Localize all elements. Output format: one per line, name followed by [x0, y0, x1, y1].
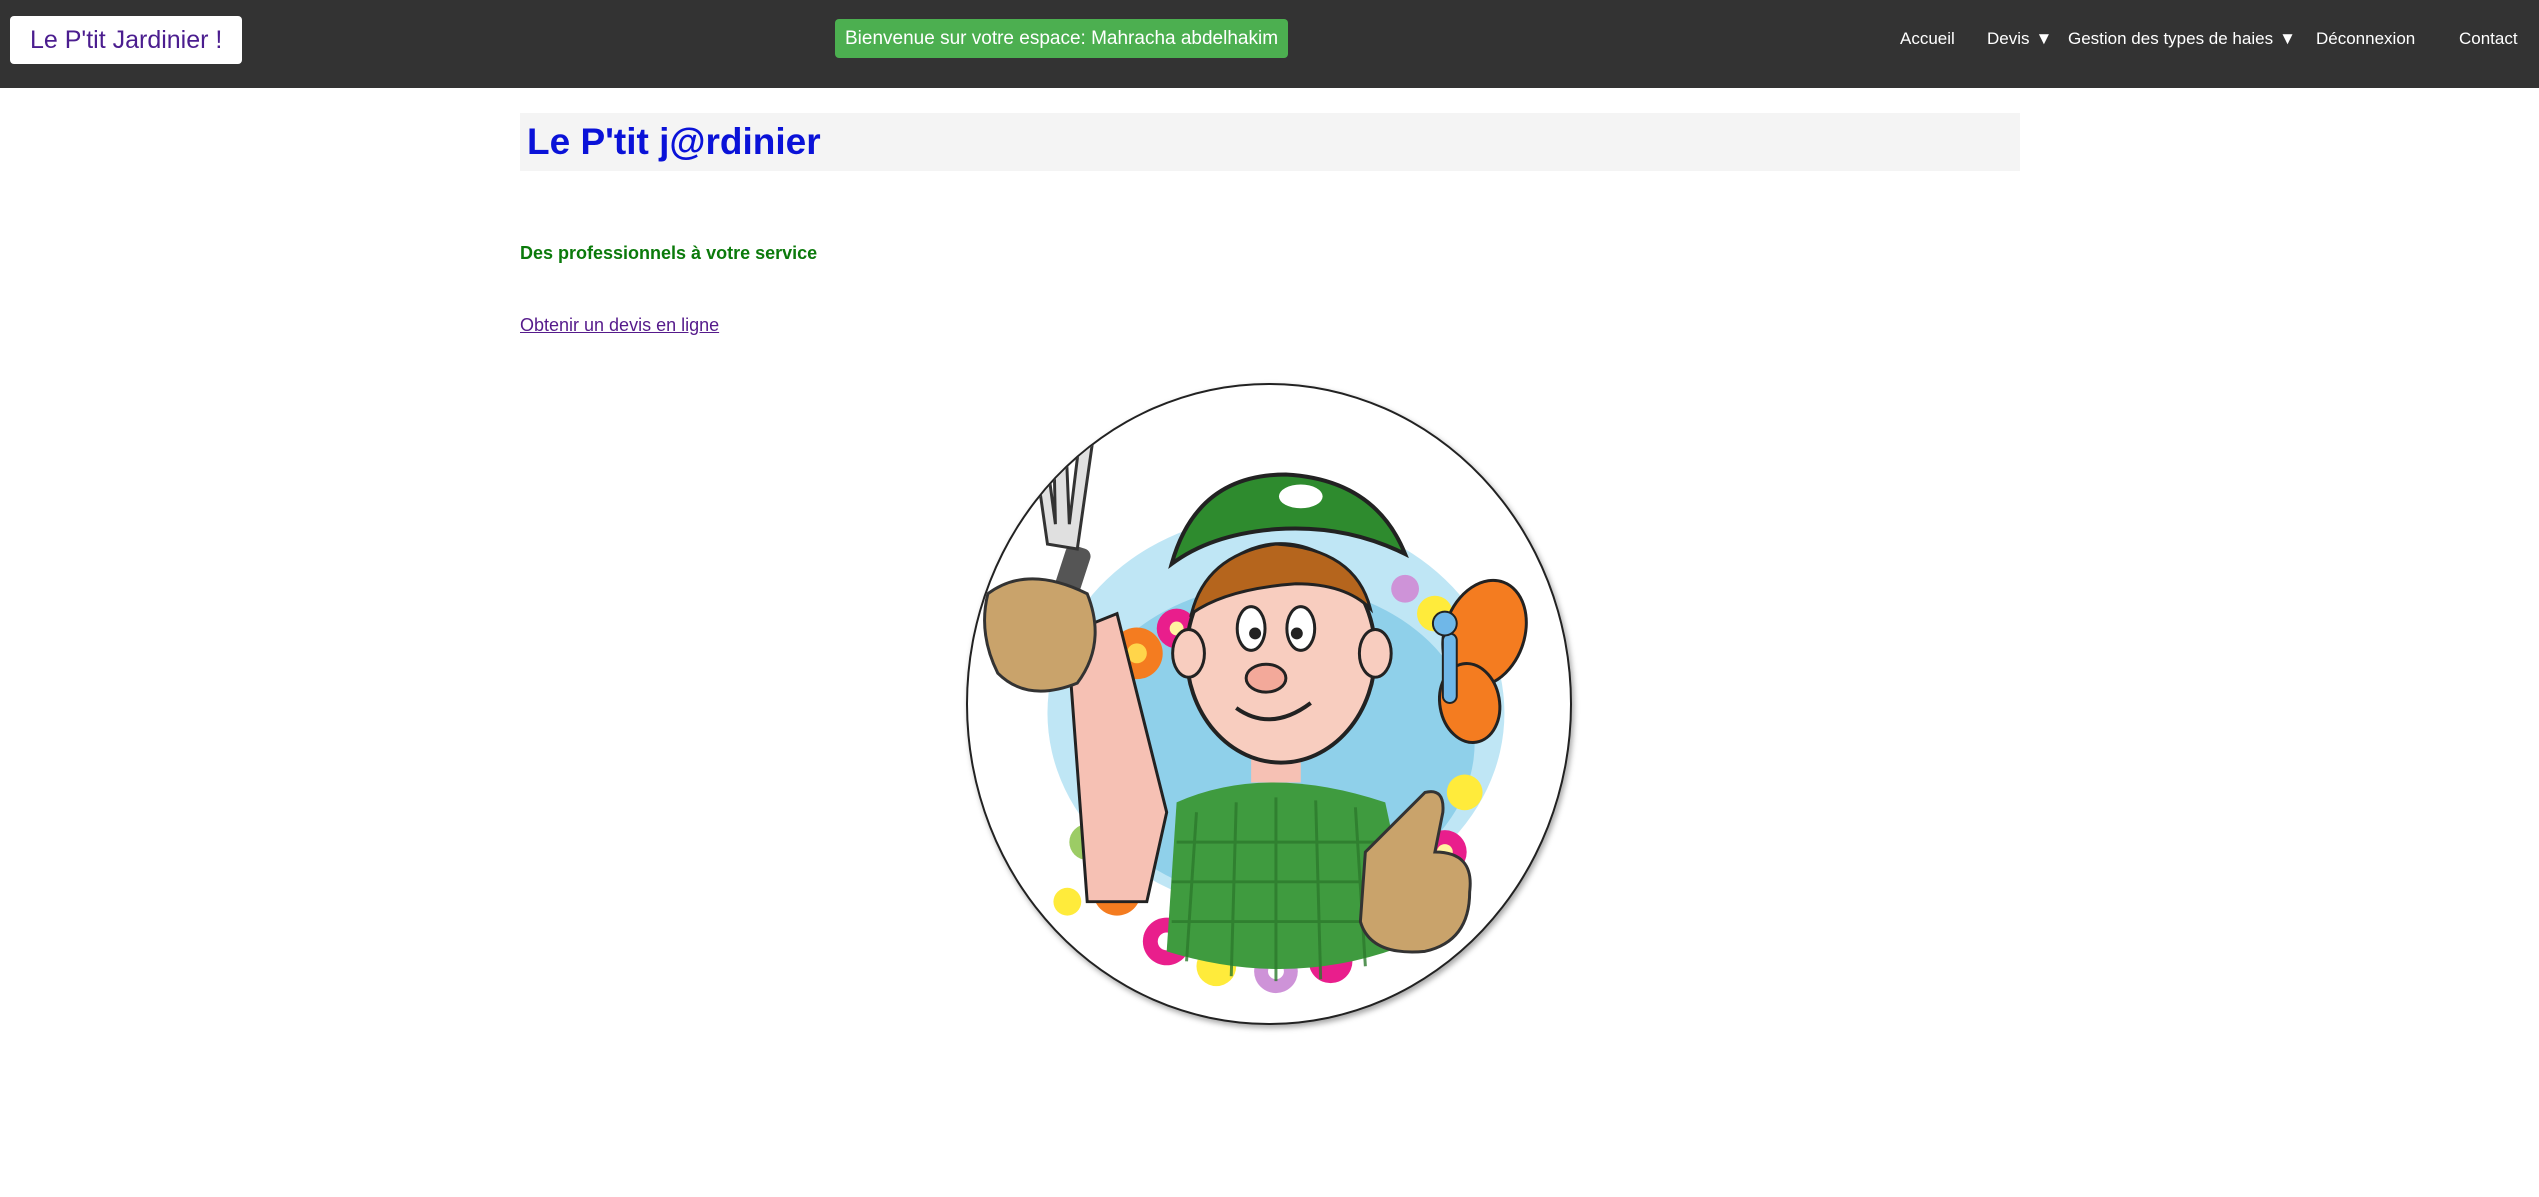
online-quote-link[interactable]: Obtenir un devis en ligne [520, 315, 719, 336]
nav-contact[interactable]: Contact [2459, 0, 2518, 78]
nav-gestion-label: Gestion des types de haies [2068, 29, 2274, 48]
welcome-badge: Bienvenue sur votre espace: Mahracha abd… [835, 19, 1289, 58]
page-title-box: Le P'tit j@rdinier [520, 113, 2020, 171]
caret-down-icon: ▼ [2035, 29, 2053, 48]
nav-accueil-label: Accueil [1900, 29, 1955, 48]
nav-devis-dropdown[interactable]: Devis ▼ [1987, 0, 2052, 78]
nav-contact-label: Contact [2459, 29, 2518, 48]
nav-gestion-dropdown[interactable]: Gestion des types de haies ▼ [2068, 0, 2296, 78]
nav-devis-label: Devis [1987, 29, 2030, 48]
nav-deconnexion-label: Déconnexion [2316, 29, 2416, 48]
top-navbar: Le P'tit Jardinier ! Bienvenue sur votre… [0, 0, 2539, 88]
gardener-illustration [966, 383, 1572, 1025]
brand-button[interactable]: Le P'tit Jardinier ! [10, 16, 243, 64]
nav-deconnexion[interactable]: Déconnexion [2316, 0, 2415, 78]
nav-accueil[interactable]: Accueil [1900, 0, 1955, 78]
tagline: Des professionnels à votre service [520, 243, 818, 263]
page-title: Le P'tit j@rdinier [527, 121, 821, 162]
caret-down-icon: ▼ [2279, 29, 2296, 48]
